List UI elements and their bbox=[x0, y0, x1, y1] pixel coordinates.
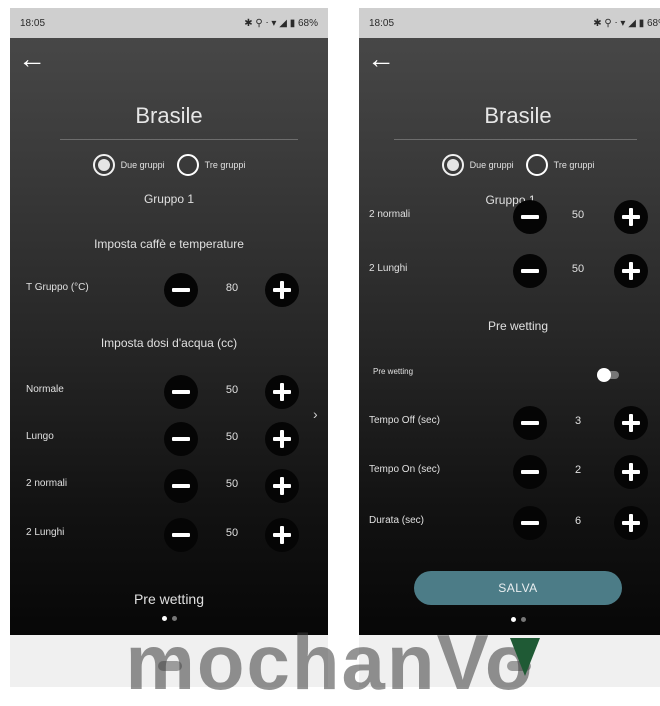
back-arrow-icon[interactable]: ← bbox=[18, 45, 46, 73]
row-value: 80 bbox=[225, 282, 239, 294]
screen-right: 18:05 ✱ ⚲ ⋅ ▾ ◢ ▮ 68% ← Brasile Due grup… bbox=[359, 8, 660, 635]
minus-circle-icon[interactable] bbox=[164, 375, 198, 409]
plus-circle-icon[interactable] bbox=[265, 273, 299, 307]
section-prewetting: Pre wetting bbox=[133, 591, 205, 607]
row-value: 50 bbox=[225, 431, 239, 443]
watermark-accent-icon bbox=[510, 638, 540, 676]
row-value: 50 bbox=[225, 527, 239, 539]
status-bar: 18:05 ✱ ⚲ ⋅ ▾ ◢ ▮ 68% bbox=[359, 8, 660, 38]
radio-tre-gruppi[interactable] bbox=[176, 154, 199, 176]
section-temperature: Imposta caffè e temperature bbox=[94, 237, 244, 251]
status-time: 18:05 bbox=[369, 17, 395, 29]
stepper-row: Tempo Off (sec) 3 bbox=[359, 405, 660, 440]
minus-circle-icon[interactable] bbox=[164, 273, 198, 307]
minus-circle-icon[interactable] bbox=[164, 422, 198, 456]
minus-circle-icon[interactable] bbox=[513, 200, 547, 234]
minus-circle-icon[interactable] bbox=[513, 254, 547, 288]
toggle-label: Pre wetting bbox=[373, 367, 414, 376]
row-label: 2 normali bbox=[369, 209, 411, 220]
row-label: 2 normali bbox=[26, 478, 68, 489]
status-time: 18:05 bbox=[20, 17, 46, 29]
row-label: 2 Lunghi bbox=[26, 527, 65, 538]
minus-circle-icon[interactable] bbox=[164, 518, 198, 552]
row-value: 6 bbox=[574, 515, 582, 527]
radio-due-gruppi-label: Due gruppi bbox=[469, 160, 514, 170]
plus-circle-icon[interactable] bbox=[614, 506, 648, 540]
row-label: Durata (sec) bbox=[369, 515, 425, 526]
row-label: 2 Lunghi bbox=[369, 263, 408, 274]
page-title: Brasile bbox=[135, 103, 203, 128]
stepper-row: T Gruppo (°C) 80 bbox=[10, 272, 328, 307]
toggle-knob[interactable] bbox=[597, 368, 611, 382]
status-bar: 18:05 ✱ ⚲ ⋅ ▾ ◢ ▮ 68% bbox=[10, 8, 328, 38]
section-water-doses: Imposta dosi d'acqua (cc) bbox=[100, 336, 238, 350]
row-label: Tempo On (sec) bbox=[369, 464, 441, 475]
row-label: Tempo Off (sec) bbox=[369, 415, 440, 426]
stepper-row: Normale 50 bbox=[10, 374, 328, 409]
stepper-row: Tempo On (sec) 2 bbox=[359, 454, 660, 489]
group-count-radios: Due gruppi Tre gruppi bbox=[10, 154, 328, 176]
minus-circle-icon[interactable] bbox=[513, 506, 547, 540]
radio-tre-gruppi-label: Tre gruppi bbox=[204, 160, 246, 170]
stepper-row: 2 Lunghi 50 bbox=[10, 517, 328, 552]
plus-circle-icon[interactable] bbox=[265, 469, 299, 503]
toggle-row: Pre wetting bbox=[359, 357, 660, 391]
stepper-row: Durata (sec) 6 bbox=[359, 505, 660, 540]
screen-left: 18:05 ✱ ⚲ ⋅ ▾ ◢ ▮ 68% ← Brasile Due grup… bbox=[10, 8, 328, 635]
radio-due-gruppi[interactable] bbox=[441, 154, 464, 176]
title-divider bbox=[60, 139, 298, 140]
group-count-radios: Due gruppi Tre gruppi bbox=[359, 154, 660, 176]
row-value: 2 bbox=[574, 464, 582, 476]
minus-circle-icon[interactable] bbox=[164, 469, 198, 503]
row-label: T Gruppo (°C) bbox=[26, 282, 89, 293]
save-button[interactable]: SALVA bbox=[414, 571, 622, 605]
page-title: Brasile bbox=[484, 103, 552, 128]
stepper-row: 2 Lunghi 50 bbox=[359, 253, 660, 288]
row-value: 50 bbox=[225, 384, 239, 396]
title-divider bbox=[394, 139, 637, 140]
minus-circle-icon[interactable] bbox=[513, 406, 547, 440]
back-arrow-icon[interactable]: ← bbox=[367, 45, 395, 73]
row-label: Lungo bbox=[26, 431, 54, 442]
row-value: 3 bbox=[574, 415, 582, 427]
plus-circle-icon[interactable] bbox=[265, 422, 299, 456]
radio-due-gruppi[interactable] bbox=[92, 154, 115, 176]
status-icons: ✱ ⚲ ⋅ ▾ ◢ ▮ 68% bbox=[244, 17, 318, 29]
plus-circle-icon[interactable] bbox=[614, 254, 648, 288]
plus-circle-icon[interactable] bbox=[614, 455, 648, 489]
radio-tre-gruppi[interactable] bbox=[525, 154, 548, 176]
row-value: 50 bbox=[571, 263, 585, 275]
minus-circle-icon[interactable] bbox=[513, 455, 547, 489]
watermark: mochanVo bbox=[125, 618, 535, 706]
stepper-row: 2 normali 50 bbox=[10, 468, 328, 503]
status-icons: ✱ ⚲ ⋅ ▾ ◢ ▮ 68% bbox=[593, 17, 660, 29]
row-value: 50 bbox=[571, 209, 585, 221]
chevron-right-icon[interactable]: › bbox=[313, 406, 318, 422]
plus-circle-icon[interactable] bbox=[614, 406, 648, 440]
plus-circle-icon[interactable] bbox=[265, 518, 299, 552]
plus-circle-icon[interactable] bbox=[265, 375, 299, 409]
group-label: Gruppo 1 bbox=[143, 192, 195, 206]
row-value: 50 bbox=[225, 478, 239, 490]
radio-due-gruppi-label: Due gruppi bbox=[120, 160, 165, 170]
section-prewetting: Pre wetting bbox=[487, 319, 549, 333]
radio-tre-gruppi-label: Tre gruppi bbox=[553, 160, 595, 170]
stepper-row: Lungo 50 bbox=[10, 421, 328, 456]
plus-circle-icon[interactable] bbox=[614, 200, 648, 234]
stepper-row: 2 normali 50 bbox=[359, 199, 660, 234]
row-label: Normale bbox=[26, 384, 64, 395]
